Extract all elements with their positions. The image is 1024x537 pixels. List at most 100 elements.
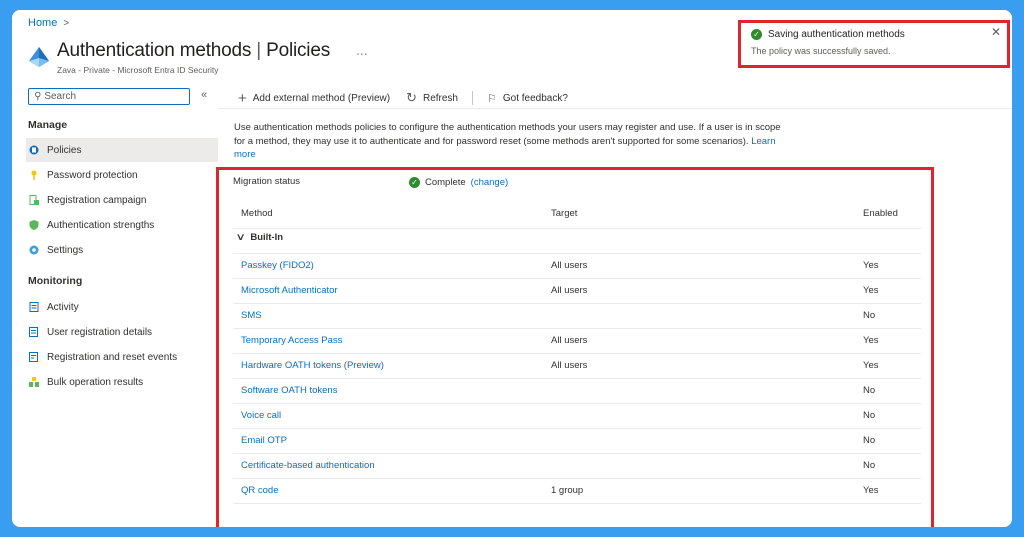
- table-row: Certificate-based authentication No: [233, 454, 921, 479]
- sidebar-item-label: Registration campaign: [47, 194, 147, 206]
- entra-logo-icon: [29, 47, 49, 67]
- column-header-method[interactable]: Method: [241, 208, 273, 219]
- close-icon[interactable]: ✕: [991, 25, 1001, 39]
- refresh-button[interactable]: ↻ Refresh: [402, 90, 462, 106]
- breadcrumb: Home >: [28, 17, 69, 29]
- success-check-icon: ✓: [751, 29, 762, 40]
- policies-icon: [29, 145, 39, 155]
- group-row-built-in[interactable]: ∨ Built-In: [235, 232, 284, 243]
- breadcrumb-separator: >: [63, 17, 70, 29]
- method-enabled: No: [863, 435, 876, 446]
- method-target: All users: [551, 360, 588, 371]
- sidebar-item-registration-and-reset-events[interactable]: Registration and reset events: [26, 345, 218, 369]
- migration-status-value: ✓ Complete (change): [409, 177, 508, 188]
- table-row: Email OTP No: [233, 429, 921, 454]
- toolbar-divider: [471, 91, 473, 105]
- method-link[interactable]: QR code: [241, 485, 279, 496]
- sidebar-item-label: Bulk operation results: [47, 376, 144, 388]
- sidebar-section-manage: Manage: [28, 119, 68, 131]
- sidebar-item-user-registration-details[interactable]: User registration details: [26, 320, 218, 344]
- sidebar-item-label: Password protection: [47, 169, 138, 181]
- table-row: SMS No: [233, 304, 921, 329]
- feedback-icon: ⚐: [486, 92, 497, 105]
- method-enabled: No: [863, 310, 876, 321]
- page-title-sub: Policies: [266, 40, 330, 61]
- add-external-method-button[interactable]: + Add external method (Preview): [234, 90, 394, 107]
- description-text: Use authentication methods policies to c…: [234, 122, 781, 147]
- methods-panel: Migration status ✓ Complete (change) Met…: [216, 167, 934, 527]
- table-row: Software OATH tokens No: [233, 379, 921, 404]
- policies-description: Use authentication methods policies to c…: [234, 121, 794, 162]
- method-link[interactable]: Temporary Access Pass: [241, 335, 342, 346]
- migration-status-label: Migration status: [233, 176, 301, 187]
- method-link[interactable]: Passkey (FIDO2): [241, 260, 314, 271]
- sidebar-search[interactable]: ⚲: [28, 88, 190, 105]
- table-row: Microsoft Authenticator All users Yes: [233, 279, 921, 304]
- sidebar-item-authentication-strengths[interactable]: Authentication strengths: [26, 213, 218, 237]
- sidebar-item-label: Activity: [47, 301, 79, 313]
- table-row: Passkey (FIDO2) All users Yes: [233, 254, 921, 279]
- command-bar: + Add external method (Preview) ↻ Refres…: [234, 88, 572, 108]
- portal-window: Home > Authentication methods | Policies…: [12, 10, 1012, 527]
- table-row: QR code 1 group Yes: [233, 479, 921, 504]
- save-notification: ✓ Saving authentication methods The poli…: [738, 20, 1010, 68]
- column-header-enabled[interactable]: Enabled: [863, 208, 898, 219]
- table-row: Hardware OATH tokens (Preview) All users Y…: [233, 354, 921, 379]
- method-enabled: Yes: [863, 335, 879, 346]
- sidebar-item-password-protection[interactable]: Password protection: [26, 163, 218, 187]
- search-input[interactable]: [44, 91, 175, 102]
- notification-header: ✓ Saving authentication methods: [751, 29, 997, 40]
- sidebar-item-label: Policies: [47, 144, 82, 156]
- method-link[interactable]: Voice call: [241, 410, 281, 421]
- gear-icon: [29, 245, 39, 255]
- notification-message: The policy was successfully saved.: [751, 46, 891, 56]
- sidebar-section-monitoring: Monitoring: [28, 275, 83, 287]
- method-enabled: Yes: [863, 285, 879, 296]
- method-enabled: No: [863, 385, 876, 396]
- header-divider: [233, 228, 921, 229]
- method-link[interactable]: Hardware OATH tokens (Preview): [241, 360, 384, 371]
- migration-change-link[interactable]: (change): [471, 177, 509, 188]
- method-target: All users: [551, 260, 588, 271]
- method-target: All users: [551, 335, 588, 346]
- sidebar-item-label: Settings: [47, 244, 84, 256]
- events-icon: [29, 352, 39, 362]
- method-link[interactable]: Certificate-based authentication: [241, 460, 375, 471]
- method-enabled: Yes: [863, 260, 879, 271]
- sidebar-item-settings[interactable]: Settings: [26, 238, 218, 262]
- feedback-label: Got feedback?: [502, 92, 568, 104]
- method-enabled: No: [863, 460, 876, 471]
- sidebar-item-policies[interactable]: Policies: [26, 138, 218, 162]
- method-enabled: No: [863, 410, 876, 421]
- sidebar-item-activity[interactable]: Activity: [26, 295, 218, 319]
- collapse-sidebar-icon[interactable]: «: [201, 89, 207, 101]
- sidebar-item-label: Registration and reset events: [47, 351, 178, 363]
- breadcrumb-home-link[interactable]: Home: [28, 17, 57, 29]
- search-icon: ⚲: [34, 91, 42, 102]
- sidebar-item-registration-campaign[interactable]: Registration campaign: [26, 188, 218, 212]
- sidebar-item-bulk-operation-results[interactable]: Bulk operation results: [26, 370, 218, 394]
- method-link[interactable]: Software OATH tokens: [241, 385, 337, 396]
- migration-status-text: Complete: [425, 177, 466, 188]
- sidebar-item-label: Authentication strengths: [47, 219, 155, 231]
- more-options-button[interactable]: ...: [356, 42, 368, 58]
- page-title: Authentication methods | Policies: [57, 40, 330, 62]
- table-row: Voice call No: [233, 404, 921, 429]
- refresh-icon: ↻: [406, 90, 417, 105]
- key-icon: [29, 170, 39, 180]
- user-details-icon: [29, 327, 39, 337]
- method-link[interactable]: SMS: [241, 310, 262, 321]
- activity-icon: [29, 302, 39, 312]
- method-link[interactable]: Email OTP: [241, 435, 287, 446]
- chevron-down-icon: ∨: [235, 232, 246, 243]
- notification-title: Saving authentication methods: [768, 29, 905, 40]
- row-divider: [233, 503, 921, 504]
- feedback-button[interactable]: ⚐ Got feedback?: [483, 92, 572, 105]
- table-row: Temporary Access Pass All users Yes: [233, 329, 921, 354]
- bulk-icon: [29, 377, 39, 387]
- method-target: 1 group: [551, 485, 584, 496]
- column-header-target[interactable]: Target: [551, 208, 577, 219]
- method-link[interactable]: Microsoft Authenticator: [241, 285, 338, 296]
- toolbar-divider-line: [218, 108, 1012, 109]
- method-target: All users: [551, 285, 588, 296]
